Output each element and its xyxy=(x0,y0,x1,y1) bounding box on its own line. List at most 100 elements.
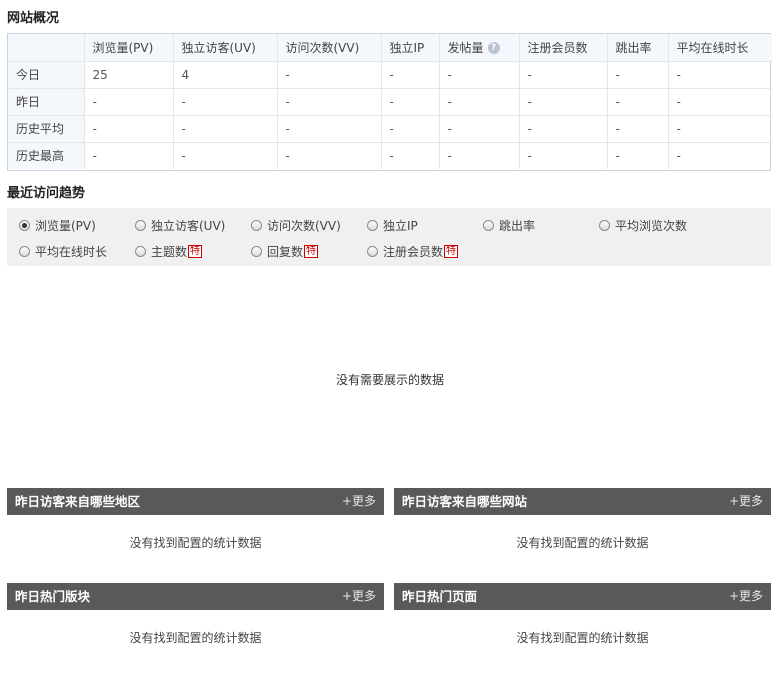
panel-title: 昨日热门版块 xyxy=(15,589,91,604)
row-label: 历史最高 xyxy=(8,142,85,169)
table-cell: - xyxy=(173,142,278,169)
table-cell: - xyxy=(668,61,772,89)
table-cell: - xyxy=(607,88,669,116)
table-header-row: 浏览量(PV) 独立访客(UV) 访问次数(VV) 独立IP 发帖量? 注册会员… xyxy=(8,34,772,62)
table-cell: - xyxy=(277,88,382,116)
more-link[interactable]: +更多 xyxy=(729,583,763,610)
radio-button[interactable] xyxy=(19,220,30,231)
table-cell: - xyxy=(607,115,669,143)
option-members[interactable]: 注册会员数特 xyxy=(367,243,459,260)
table-cell: - xyxy=(173,88,278,116)
option-label: 浏览量(PV) xyxy=(35,219,96,233)
panel-visitor-sites: 昨日访客来自哪些网站 +更多 没有找到配置的统计数据 xyxy=(394,488,771,571)
panel-title: 昨日访客来自哪些地区 xyxy=(15,494,141,509)
radio-button[interactable] xyxy=(367,220,378,231)
table-cell: - xyxy=(381,115,440,143)
panel-empty-message: 没有找到配置的统计数据 xyxy=(516,631,649,645)
table-cell: - xyxy=(439,142,520,169)
special-badge: 特 xyxy=(444,245,459,258)
trend-metric-options: 浏览量(PV) 独立访客(UV) 访问次数(VV) 独立IP 跳出率 平均浏览次数平均在线… xyxy=(7,208,771,266)
question-circle-icon[interactable]: ? xyxy=(487,42,500,55)
table-cell: - xyxy=(381,142,440,169)
table-cell: - xyxy=(519,115,608,143)
radio-button[interactable] xyxy=(367,246,378,257)
header-posts-label: 发帖量 xyxy=(447,40,484,55)
trend-empty-message: 没有需要展示的数据 xyxy=(335,373,444,387)
option-label: 访问次数(VV) xyxy=(267,219,341,233)
option-topics[interactable]: 主题数特 xyxy=(135,243,203,260)
radio-button[interactable] xyxy=(19,246,30,257)
radio-button[interactable] xyxy=(135,246,146,257)
table-cell: - xyxy=(84,142,174,169)
table-cell: - xyxy=(439,61,520,89)
header-corner xyxy=(8,34,85,62)
table-cell: - xyxy=(381,61,440,89)
panel-empty-message: 没有找到配置的统计数据 xyxy=(129,631,262,645)
option-pv[interactable]: 浏览量(PV) xyxy=(19,217,96,234)
option-label: 主题数 xyxy=(151,245,188,259)
row-label: 昨日 xyxy=(8,88,85,116)
panel-header: 昨日热门页面 +更多 xyxy=(394,583,771,610)
option-vv[interactable]: 访问次数(VV) xyxy=(251,217,341,234)
overview-table: 浏览量(PV) 独立访客(UV) 访问次数(VV) 独立IP 发帖量? 注册会员… xyxy=(7,33,772,171)
radio-button[interactable] xyxy=(483,220,494,231)
header-members: 注册会员数 xyxy=(519,34,608,62)
row-label: 历史平均 xyxy=(8,115,85,143)
table-cell: - xyxy=(439,88,520,116)
radio-button[interactable] xyxy=(251,246,262,257)
table-cell: - xyxy=(84,88,174,116)
table-cell: - xyxy=(84,115,174,143)
table-row: 历史平均 - - - - - - - - xyxy=(8,115,772,143)
more-link[interactable]: +更多 xyxy=(729,488,763,515)
trend-title: 最近访问趋势 xyxy=(7,186,86,201)
panel-header: 昨日热门版块 +更多 xyxy=(7,583,384,610)
table-cell: - xyxy=(519,61,608,89)
table-cell: - xyxy=(607,61,669,89)
table-cell: - xyxy=(607,142,669,169)
table-row: 历史最高 - - - - - - - - xyxy=(8,142,772,169)
table-cell: - xyxy=(519,142,608,169)
table-row: 今日 25 4- - - - - - xyxy=(8,61,772,89)
panel-title: 昨日热门页面 xyxy=(402,589,478,604)
table-cell: 4 xyxy=(173,61,278,89)
panel-header: 昨日访客来自哪些地区 +更多 xyxy=(7,488,384,515)
option-uv[interactable]: 独立访客(UV) xyxy=(135,217,225,234)
panel-empty-message: 没有找到配置的统计数据 xyxy=(129,536,262,550)
header-pv: 浏览量(PV) xyxy=(84,34,174,62)
header-vv: 访问次数(VV) xyxy=(277,34,382,62)
option-ip[interactable]: 独立IP xyxy=(367,217,418,234)
header-online-time: 平均在线时长 xyxy=(668,34,772,62)
header-ip: 独立IP xyxy=(381,34,440,62)
header-bounce: 跳出率 xyxy=(607,34,669,62)
option-replies[interactable]: 回复数特 xyxy=(251,243,319,260)
header-posts: 发帖量? xyxy=(439,34,520,62)
table-cell: - xyxy=(173,115,278,143)
option-label: 独立访客(UV) xyxy=(151,219,226,233)
option-label: 跳出率 xyxy=(499,219,536,233)
panel-title: 昨日访客来自哪些网站 xyxy=(402,494,528,509)
table-cell: - xyxy=(439,115,520,143)
panel-header: 昨日访客来自哪些网站 +更多 xyxy=(394,488,771,515)
panel-hot-forums: 昨日热门版块 +更多 没有找到配置的统计数据 xyxy=(7,583,384,666)
panel-visitor-regions: 昨日访客来自哪些地区 +更多 没有找到配置的统计数据 xyxy=(7,488,384,571)
special-badge: 特 xyxy=(188,245,203,258)
radio-button[interactable] xyxy=(251,220,262,231)
panel-hot-pages: 昨日热门页面 +更多 没有找到配置的统计数据 xyxy=(394,583,771,666)
option-avg-online[interactable]: 平均在线时长 xyxy=(19,243,107,260)
table-cell: - xyxy=(277,142,382,169)
option-label: 注册会员数 xyxy=(383,245,444,259)
table-cell: - xyxy=(519,88,608,116)
radio-button[interactable] xyxy=(135,220,146,231)
panel-empty-message: 没有找到配置的统计数据 xyxy=(516,536,649,550)
overview-title: 网站概况 xyxy=(7,11,60,26)
table-cell: - xyxy=(676,148,681,163)
table-cell: - xyxy=(277,115,382,143)
option-bounce[interactable]: 跳出率 xyxy=(483,217,535,234)
table-cell: - xyxy=(668,88,772,116)
option-avg-views[interactable]: 平均浏览次数 xyxy=(599,217,687,234)
radio-button[interactable] xyxy=(599,220,610,231)
option-label: 平均在线时长 xyxy=(35,245,108,259)
more-link[interactable]: +更多 xyxy=(342,583,376,610)
more-link[interactable]: +更多 xyxy=(342,488,376,515)
table-cell: 25 xyxy=(84,61,174,89)
